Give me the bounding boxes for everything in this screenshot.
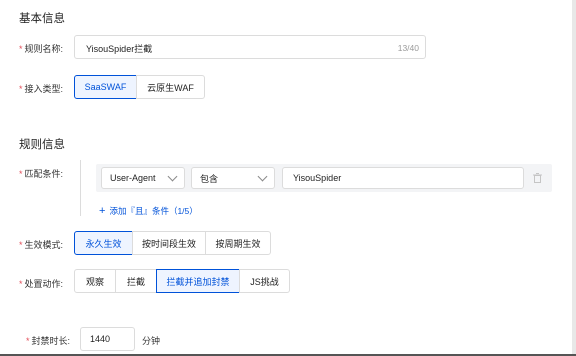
condition-value-text: YisouSpider: [293, 173, 342, 183]
action-label: * 处置动作:: [19, 277, 63, 290]
required-mark: *: [19, 169, 23, 179]
condition-value-input[interactable]: YisouSpider: [282, 167, 524, 189]
effect-permanent-button[interactable]: 永久生效: [74, 231, 133, 255]
required-mark: *: [19, 84, 23, 94]
chevron-down-icon: [167, 171, 178, 182]
access-type-label: * 接入类型:: [19, 82, 63, 95]
required-mark: *: [19, 240, 23, 250]
condition-operator-value: 包含: [200, 173, 219, 184]
condition-row: User-Agent 包含 YisouSpider: [96, 164, 552, 192]
action-js-challenge-button[interactable]: JS挑战: [239, 269, 290, 293]
add-condition-text: 添加『且』条件（1/5）: [109, 206, 198, 216]
trash-icon[interactable]: [533, 173, 542, 183]
rule-name-input[interactable]: YisouSpider拦截 13/40: [74, 35, 426, 59]
rule-name-counter: 13/40: [397, 43, 419, 53]
access-type-label-text: 接入类型:: [24, 84, 64, 94]
access-type-cloudnative-button[interactable]: 云原生WAF: [136, 75, 205, 99]
ban-duration-value: 1440: [90, 334, 111, 344]
action-block-ban-button[interactable]: 拦截并追加封禁: [156, 269, 240, 293]
chevron-down-icon: [257, 171, 268, 182]
ban-duration-input[interactable]: 1440: [80, 327, 135, 351]
action-observe-button[interactable]: 观察: [74, 269, 116, 293]
effect-timeslot-button[interactable]: 按时间段生效: [132, 231, 206, 255]
match-condition-label-text: 匹配条件:: [24, 169, 64, 179]
plus-icon: +: [99, 205, 106, 217]
section-title-rule: 规则信息: [19, 139, 65, 151]
effect-mode-group: 永久生效 按时间段生效 按周期生效: [74, 231, 271, 255]
condition-field-select[interactable]: User-Agent: [101, 167, 185, 189]
effect-period-button[interactable]: 按周期生效: [205, 231, 271, 255]
condition-operator-select[interactable]: 包含: [191, 167, 275, 189]
condition-field-value: User-Agent: [110, 173, 156, 183]
ban-duration-label-text: 封禁时长:: [31, 336, 71, 346]
required-mark: *: [19, 279, 23, 289]
scrollbar[interactable]: [572, 0, 576, 356]
action-group: 观察 拦截 拦截并追加封禁 JS挑战: [74, 269, 290, 293]
access-type-saaswaf-button[interactable]: SaaSWAF: [74, 75, 137, 99]
ban-duration-label: * 封禁时长:: [26, 334, 70, 347]
condition-divider: [80, 160, 81, 216]
action-label-text: 处置动作:: [24, 279, 64, 289]
rule-name-label: * 规则名称:: [19, 42, 63, 55]
required-mark: *: [26, 336, 30, 346]
match-condition-label: * 匹配条件:: [19, 167, 63, 180]
access-type-group: SaaSWAF 云原生WAF: [74, 75, 205, 99]
effect-mode-label-text: 生效模式:: [24, 240, 64, 250]
section-title-basic: 基本信息: [19, 13, 65, 25]
effect-mode-label: * 生效模式:: [19, 238, 63, 251]
required-mark: *: [19, 44, 23, 54]
rule-name-value: YisouSpider拦截: [86, 44, 153, 54]
rule-name-label-text: 规则名称:: [24, 44, 64, 54]
add-condition-link[interactable]: + 添加『且』条件（1/5）: [99, 201, 198, 219]
action-block-button[interactable]: 拦截: [115, 269, 157, 293]
ban-duration-unit: 分钟: [142, 336, 161, 346]
